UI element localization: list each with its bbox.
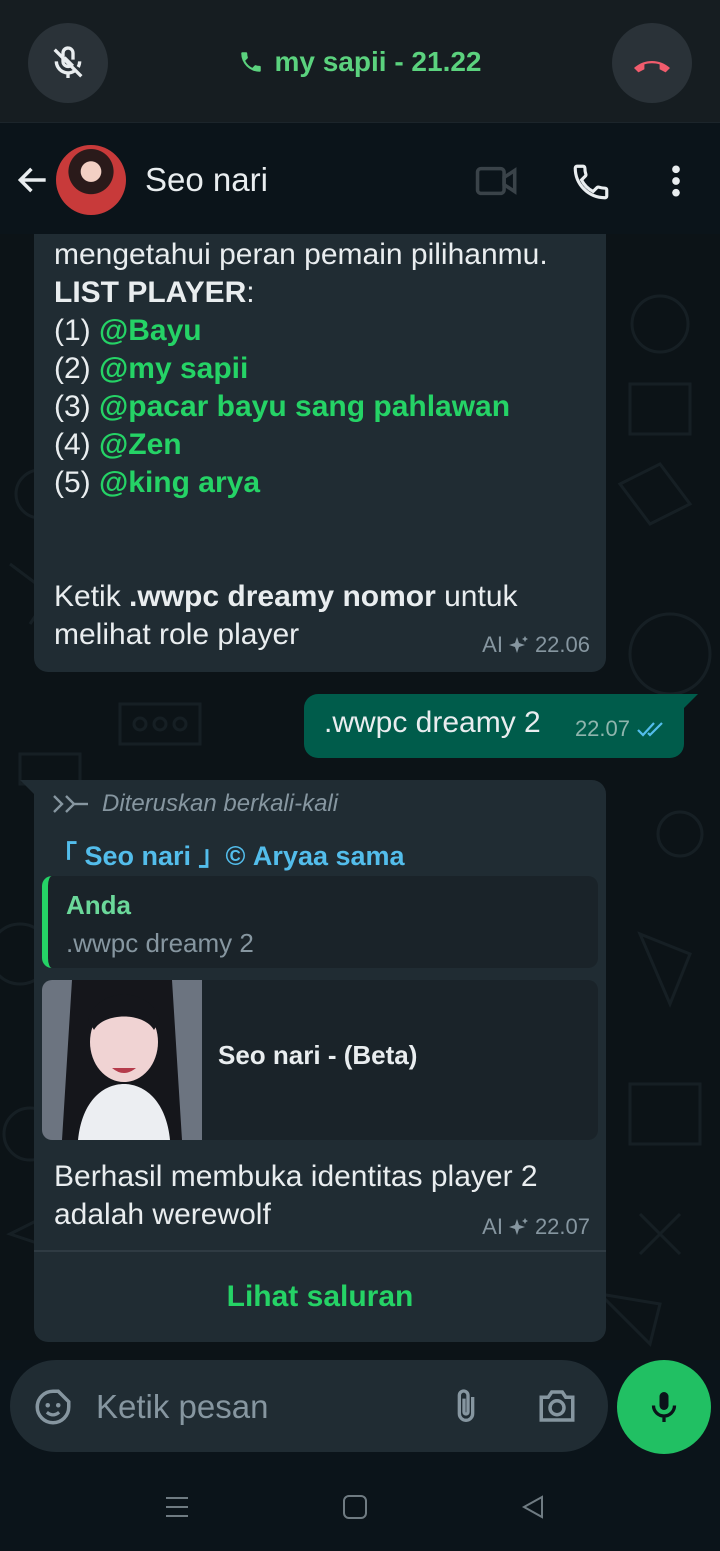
message-line: Berhasil membuka identitas player 2 <box>54 1160 538 1193</box>
more-vert-icon[interactable] <box>660 161 692 201</box>
message-meta: AI 22.07 <box>482 1214 590 1240</box>
sparkle-icon <box>508 636 528 653</box>
list-colon: : <box>246 276 255 309</box>
view-channel-button[interactable]: Lihat saluran <box>34 1252 606 1342</box>
system-nav-bar <box>0 1462 720 1551</box>
player-list-item: (1) @Bayu <box>54 312 202 350</box>
forwarded-text: Diteruskan berkali-kali <box>102 790 339 817</box>
quote-text: .wwpc dreamy 2 <box>66 928 254 958</box>
message-input[interactable]: Ketik pesan <box>96 1388 268 1426</box>
list-heading: LIST PLAYER: <box>54 274 255 312</box>
microphone-icon <box>651 1392 677 1422</box>
chat-area[interactable]: mengetahui peran pemain pilihanmu. LIST … <box>0 234 720 1360</box>
avatar[interactable] <box>56 145 126 215</box>
message-line: mengetahui peran pemain pilihanmu. <box>54 238 548 271</box>
sticker-icon[interactable] <box>32 1386 74 1428</box>
phone-icon[interactable] <box>570 161 612 203</box>
message-meta: AI 22.06 <box>482 632 590 658</box>
attach-icon[interactable] <box>446 1384 486 1430</box>
back-nav-icon[interactable] <box>520 1494 546 1520</box>
bubble-tail <box>20 780 36 796</box>
link-title: Seo nari - (Beta) <box>218 1040 418 1070</box>
player-number: (1) <box>54 314 91 347</box>
message-composer[interactable]: Ketik pesan <box>10 1360 608 1452</box>
instruction-prefix: Ketik <box>54 580 130 613</box>
player-mention[interactable]: @Zen <box>99 428 182 461</box>
forwarded-label: Diteruskan berkali-kali <box>52 790 338 818</box>
call-end-icon <box>634 60 670 73</box>
player-number: (5) <box>54 466 91 499</box>
message-time: 22.06 <box>534 632 590 657</box>
player-list-item: (4) @Zen <box>54 426 182 464</box>
player-list-item: (5) @king arya <box>54 464 260 502</box>
contact-name[interactable]: Seo nari <box>145 161 268 199</box>
ai-label: AI <box>482 1214 503 1239</box>
message-meta: 22.07 <box>575 716 668 742</box>
video-call-icon[interactable] <box>474 161 520 201</box>
preview-thumbnail <box>42 980 202 1140</box>
list-title: LIST PLAYER <box>54 276 247 309</box>
bubble-tail <box>682 694 698 710</box>
player-mention[interactable]: @my sapii <box>99 352 248 385</box>
instruction-line-2: melihat role player <box>54 618 300 651</box>
player-list-item: (2) @my sapii <box>54 350 248 388</box>
call-label: my sapii - 21.22 <box>274 46 482 77</box>
player-number: (2) <box>54 352 91 385</box>
forward-icon <box>53 795 88 813</box>
player-list-item: (3) @pacar bayu sang pahlawan <box>54 388 510 426</box>
camera-icon[interactable] <box>536 1386 578 1426</box>
message-text: Berhasil membuka identitas player 2 adal… <box>54 1158 538 1234</box>
link-preview[interactable]: Seo nari - (Beta) <box>42 980 598 1140</box>
end-call-button[interactable] <box>612 23 692 103</box>
ongoing-call-bar: my sapii - 21.22 <box>0 0 720 122</box>
sparkle-icon <box>508 1218 528 1235</box>
voice-message-button[interactable] <box>617 1360 711 1454</box>
message-line: adalah werewolf <box>54 1198 271 1231</box>
home-icon[interactable] <box>342 1494 368 1520</box>
quoted-message[interactable]: Anda .wwpc dreamy 2 <box>42 876 598 968</box>
chat-header: Seo nari <box>0 122 720 234</box>
back-arrow-icon[interactable] <box>14 161 52 199</box>
instruction-line: Ketik .wwpc dreamy nomor untuk <box>54 578 518 616</box>
player-mention[interactable]: @pacar bayu sang pahlawan <box>99 390 510 423</box>
player-mention[interactable]: @king arya <box>99 466 260 499</box>
message-time: 22.07 <box>534 1214 590 1239</box>
player-mention[interactable]: @Bayu <box>99 314 202 347</box>
quote-author: Anda <box>66 890 131 920</box>
sender-name[interactable]: 「 Seo nari 」© Aryaa sama <box>50 834 405 873</box>
player-number: (4) <box>54 428 91 461</box>
phone-icon <box>241 52 262 72</box>
instruction-suffix: untuk <box>435 580 518 613</box>
message-text: .wwpc dreamy 2 <box>324 706 541 739</box>
incoming-message[interactable]: mengetahui peran pemain pilihanmu. LIST … <box>34 234 606 672</box>
message-time: 22.07 <box>574 716 630 741</box>
incoming-forwarded-message[interactable]: Diteruskan berkali-kali 「 Seo nari 」© Ar… <box>20 780 606 1342</box>
player-number: (3) <box>54 390 91 423</box>
ai-label: AI <box>482 632 503 657</box>
recents-icon[interactable] <box>164 1494 190 1520</box>
command-text: .wwpc dreamy nomor <box>129 580 436 613</box>
double-check-icon <box>637 722 663 737</box>
outgoing-message[interactable]: .wwpc dreamy 2 22.07 <box>304 694 698 758</box>
